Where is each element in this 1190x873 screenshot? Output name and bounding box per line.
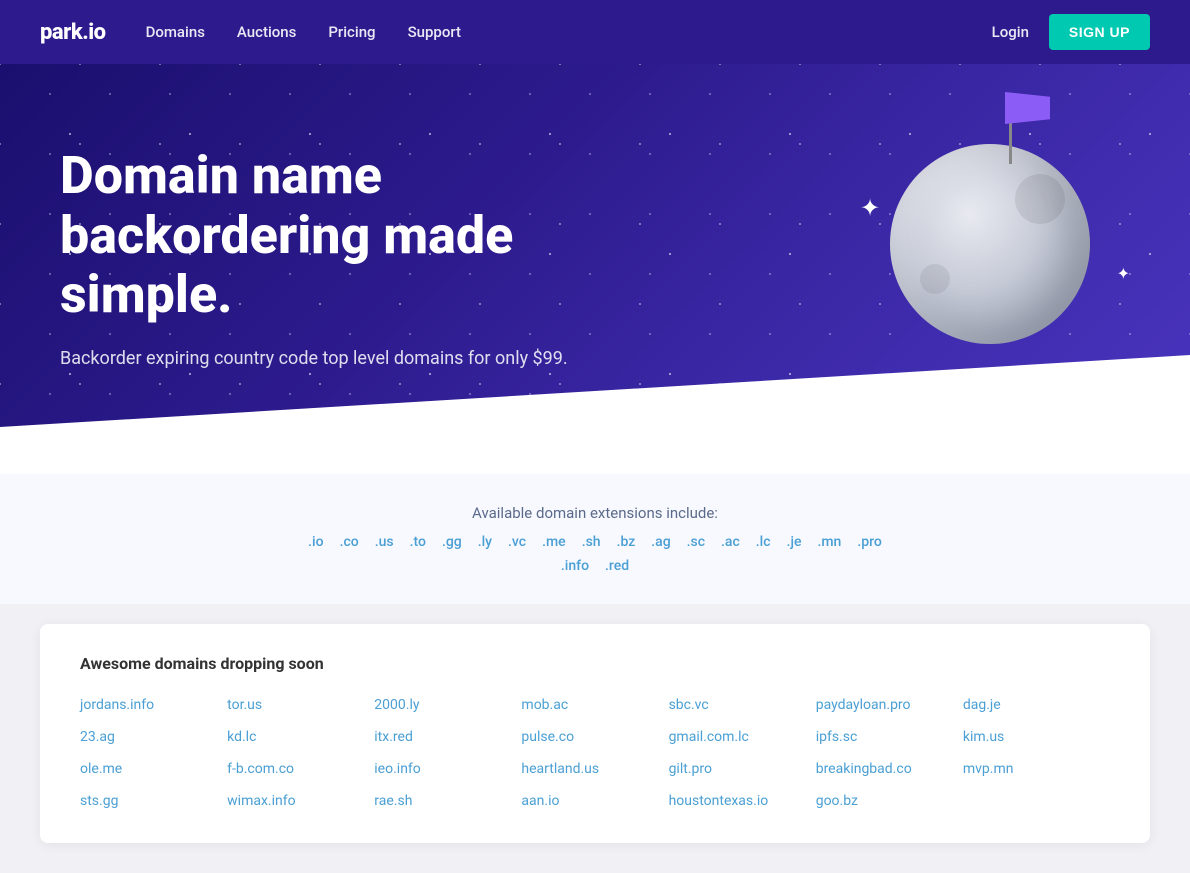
domain-link[interactable]: sbc.vc: [669, 693, 816, 717]
extensions-row2: .info .red: [40, 558, 1150, 574]
domains-section: Awesome domains dropping soon jordans.in…: [0, 604, 1190, 873]
domain-link[interactable]: 2000.ly: [374, 693, 521, 717]
nav-domains[interactable]: Domains: [146, 23, 205, 41]
extension-item[interactable]: .pro: [857, 534, 881, 550]
extension-item[interactable]: .ag: [651, 534, 670, 550]
domain-link[interactable]: wimax.info: [227, 789, 374, 813]
hero-title: Domain name backordering made simple.: [60, 146, 640, 325]
hero-illustration: ✦ ✦: [850, 84, 1150, 444]
extension-item[interactable]: .vc: [508, 534, 526, 550]
moon: [890, 144, 1090, 344]
nav-support[interactable]: Support: [408, 23, 461, 41]
domain-link[interactable]: kim.us: [963, 725, 1110, 749]
extension-item[interactable]: .ly: [478, 534, 492, 550]
domain-link[interactable]: gilt.pro: [669, 757, 816, 781]
sparkle-icon: ✦: [860, 194, 880, 222]
domain-link[interactable]: dag.je: [963, 693, 1110, 717]
signup-button[interactable]: SIGN UP: [1049, 14, 1150, 50]
extension-item[interactable]: .ac: [721, 534, 740, 550]
extension-item[interactable]: .me: [542, 534, 566, 550]
sparkle-icon-2: ✦: [1117, 264, 1130, 283]
nav-right: Login SIGN UP: [992, 14, 1150, 50]
login-link[interactable]: Login: [992, 23, 1029, 41]
domain-link[interactable]: mvp.mn: [963, 757, 1110, 781]
domain-link[interactable]: ieo.info: [374, 757, 521, 781]
domain-link[interactable]: houstontexas.io: [669, 789, 816, 813]
extension-item[interactable]: .lc: [756, 534, 771, 550]
domain-link[interactable]: aan.io: [521, 789, 668, 813]
domains-grid: jordans.infotor.us2000.lymob.acsbc.vcpay…: [80, 693, 1110, 813]
domain-link[interactable]: 23.ag: [80, 725, 227, 749]
extension-item[interactable]: .sh: [582, 534, 601, 550]
extension-item[interactable]: .us: [375, 534, 394, 550]
domain-link[interactable]: ipfs.sc: [816, 725, 963, 749]
extension-item[interactable]: .gg: [442, 534, 462, 550]
domain-link[interactable]: ole.me: [80, 757, 227, 781]
nav-links: Domains Auctions Pricing Support: [146, 23, 992, 41]
extension-item[interactable]: .je: [787, 534, 802, 550]
domains-card: Awesome domains dropping soon jordans.in…: [40, 624, 1150, 843]
domain-link[interactable]: tor.us: [227, 693, 374, 717]
extension-item[interactable]: .sc: [687, 534, 705, 550]
domain-link[interactable]: mob.ac: [521, 693, 668, 717]
extensions-section: Available domain extensions include: .io…: [0, 474, 1190, 604]
extension-item[interactable]: .io: [308, 534, 323, 550]
flag: [1005, 92, 1050, 124]
domain-link[interactable]: jordans.info: [80, 693, 227, 717]
nav-auctions[interactable]: Auctions: [237, 23, 296, 41]
extension-item[interactable]: .info: [561, 558, 589, 574]
domain-link[interactable]: breakingbad.co: [816, 757, 963, 781]
navbar: park.io Domains Auctions Pricing Support…: [0, 0, 1190, 64]
extension-item[interactable]: .co: [340, 534, 359, 550]
domain-link: [963, 789, 1110, 813]
domain-link[interactable]: gmail.com.lc: [669, 725, 816, 749]
extension-item[interactable]: .bz: [617, 534, 636, 550]
extension-item[interactable]: .mn: [817, 534, 841, 550]
domain-link[interactable]: heartland.us: [521, 757, 668, 781]
domain-link[interactable]: goo.bz: [816, 789, 963, 813]
domain-link[interactable]: paydayloan.pro: [816, 693, 963, 717]
extensions-heading: Available domain extensions include:: [40, 504, 1150, 522]
domain-link[interactable]: f-b.com.co: [227, 757, 374, 781]
site-logo[interactable]: park.io: [40, 20, 106, 45]
domain-link[interactable]: pulse.co: [521, 725, 668, 749]
domain-link[interactable]: rae.sh: [374, 789, 521, 813]
extension-item[interactable]: .red: [605, 558, 629, 574]
extension-item[interactable]: .to: [410, 534, 426, 550]
domains-heading: Awesome domains dropping soon: [80, 654, 1110, 673]
nav-pricing[interactable]: Pricing: [328, 23, 375, 41]
extensions-row1: .io .co .us .to .gg .ly .vc .me .sh .bz .ag .sc .ac.…: [40, 534, 1150, 550]
hero-section: Domain name backordering made simple. Ba…: [0, 64, 1190, 474]
hero-subtitle: Backorder expiring country code top leve…: [60, 345, 640, 372]
domain-link[interactable]: sts.gg: [80, 789, 227, 813]
domain-link[interactable]: itx.red: [374, 725, 521, 749]
hero-content: Domain name backordering made simple. Ba…: [0, 86, 700, 452]
domain-link[interactable]: kd.lc: [227, 725, 374, 749]
